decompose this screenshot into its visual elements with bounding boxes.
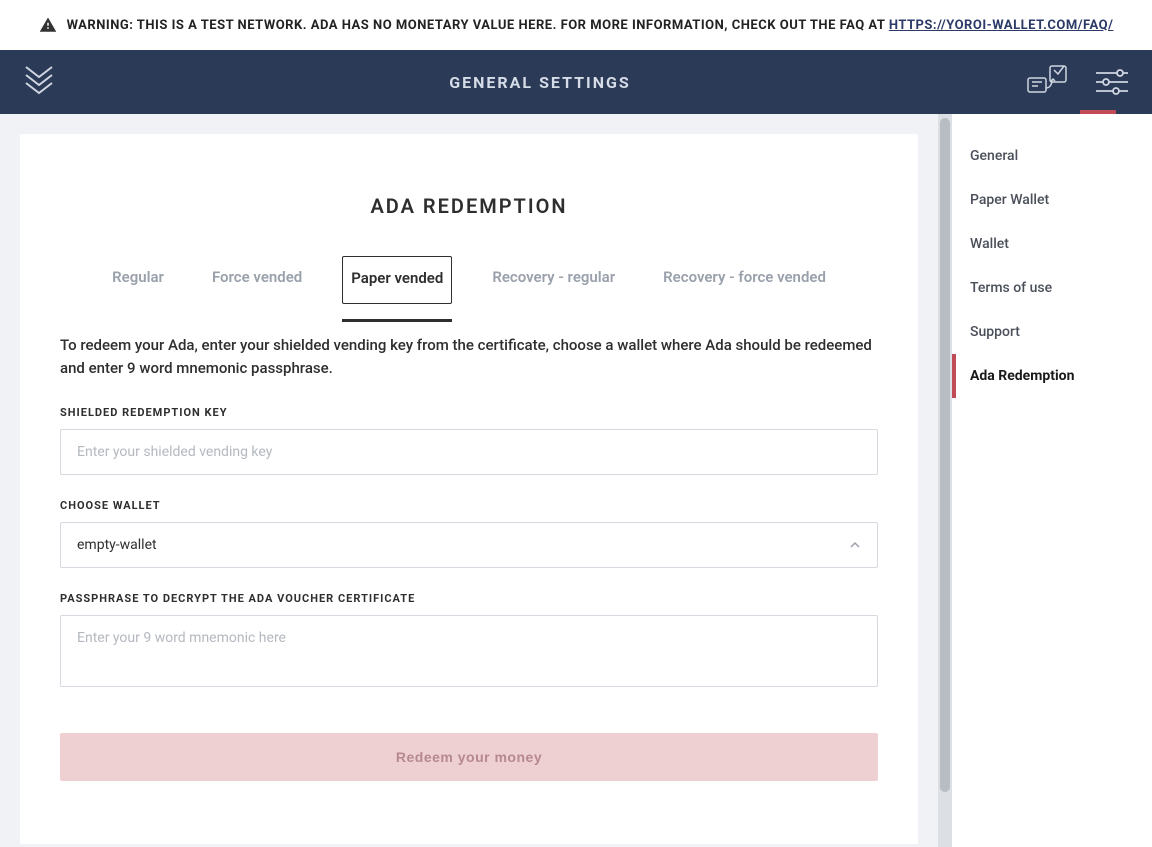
test-network-banner: WARNING: THIS IS A TEST NETWORK. ADA HAS… bbox=[0, 0, 1152, 50]
settings-active-indicator bbox=[1080, 110, 1116, 114]
field-redemption-key: SHIELDED REDEMPTION KEY bbox=[60, 406, 878, 475]
tab-recovery-force-vended[interactable]: Recovery - force vended bbox=[655, 256, 834, 304]
passphrase-input[interactable] bbox=[60, 615, 878, 687]
chevron-up-icon bbox=[849, 539, 861, 551]
banner-faq-link[interactable]: HTTPS://YOROI-WALLET.COM/FAQ/ bbox=[889, 18, 1114, 33]
warning-icon bbox=[39, 16, 57, 34]
label-choose-wallet: CHOOSE WALLET bbox=[60, 499, 878, 512]
tab-regular[interactable]: Regular bbox=[104, 256, 172, 304]
sidebar-item-terms-of-use[interactable]: Terms of use bbox=[952, 266, 1152, 310]
sidebar-item-general[interactable]: General bbox=[952, 134, 1152, 178]
redemption-tabs: Regular Force vended Paper vended Recove… bbox=[60, 256, 878, 304]
redemption-key-input[interactable] bbox=[60, 429, 878, 475]
card-title: ADA REDEMPTION bbox=[60, 194, 878, 218]
field-choose-wallet: CHOOSE WALLET empty-wallet bbox=[60, 499, 878, 568]
scrollbar-track[interactable] bbox=[938, 114, 952, 847]
settings-sidebar: General Paper Wallet Wallet Terms of use… bbox=[952, 114, 1152, 847]
app-header: GENERAL SETTINGS bbox=[0, 50, 1152, 114]
wallet-selected-value: empty-wallet bbox=[77, 537, 157, 553]
banner-text-prefix: WARNING: THIS IS A TEST NETWORK. ADA HAS… bbox=[67, 18, 889, 33]
redeem-button[interactable]: Redeem your money bbox=[60, 733, 878, 781]
wallet-select[interactable]: empty-wallet bbox=[60, 522, 878, 568]
sidebar-item-ada-redemption[interactable]: Ada Redemption bbox=[952, 354, 1152, 398]
sidebar-item-wallet[interactable]: Wallet bbox=[952, 222, 1152, 266]
tab-force-vended[interactable]: Force vended bbox=[204, 256, 310, 304]
tab-paper-vended[interactable]: Paper vended bbox=[342, 256, 452, 304]
tab-recovery-regular[interactable]: Recovery - regular bbox=[484, 256, 623, 304]
sidebar-item-support[interactable]: Support bbox=[952, 310, 1152, 354]
scrollbar-thumb[interactable] bbox=[940, 118, 950, 792]
label-passphrase: PASSPHRASE TO DECRYPT THE ADA VOUCHER CE… bbox=[60, 592, 878, 605]
settings-icon[interactable] bbox=[1096, 68, 1128, 96]
page-title-header: GENERAL SETTINGS bbox=[54, 73, 1026, 92]
redemption-card: ADA REDEMPTION Regular Force vended Pape… bbox=[20, 134, 918, 844]
main-content: ADA REDEMPTION Regular Force vended Pape… bbox=[0, 114, 938, 847]
label-redemption-key: SHIELDED REDEMPTION KEY bbox=[60, 406, 878, 419]
banner-text: WARNING: THIS IS A TEST NETWORK. ADA HAS… bbox=[67, 18, 1114, 33]
intro-text: To redeem your Ada, enter your shielded … bbox=[60, 334, 878, 381]
field-passphrase: PASSPHRASE TO DECRYPT THE ADA VOUCHER CE… bbox=[60, 592, 878, 691]
transfer-icon[interactable] bbox=[1026, 64, 1068, 100]
logo-icon[interactable] bbox=[24, 65, 54, 99]
sidebar-item-paper-wallet[interactable]: Paper Wallet bbox=[952, 178, 1152, 222]
